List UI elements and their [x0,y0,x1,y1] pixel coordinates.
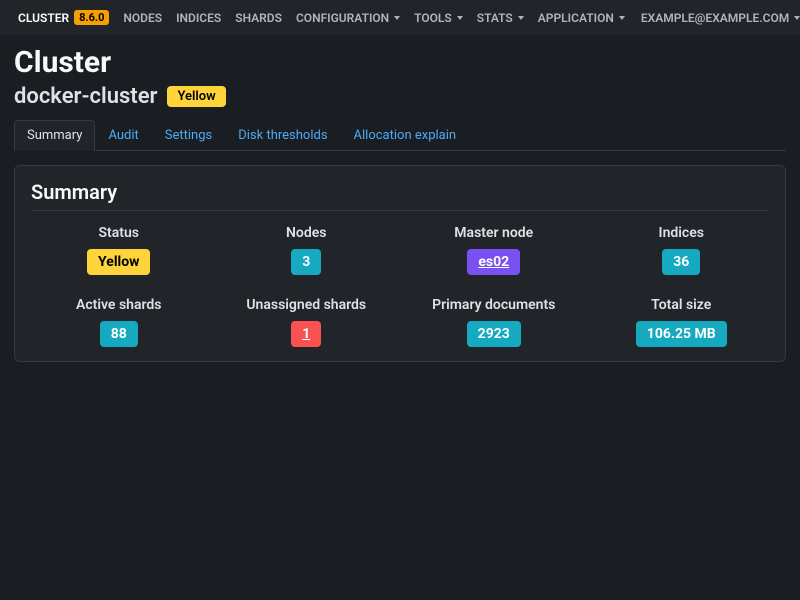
stat-value-badge[interactable]: 36 [662,249,700,275]
tab-bar: Summary Audit Settings Disk thresholds A… [14,119,786,151]
stat-value-badge[interactable]: 106.25 MB [636,321,727,347]
chevron-down-icon [794,16,800,20]
stat-label: Master node [406,225,582,241]
nav-stats[interactable]: STATS [471,7,530,29]
nav-cluster[interactable]: CLUSTER 8.6.0 [12,6,115,29]
stat-label: Primary documents [406,297,582,313]
stat-value-badge[interactable]: 2923 [467,321,521,347]
stat-total-size: Total size 106.25 MB [594,297,770,347]
chevron-down-icon [518,16,524,20]
stat-master-node: Master node es02 [406,225,582,275]
stat-value-badge[interactable]: 3 [291,249,321,275]
tab-audit[interactable]: Audit [95,120,151,151]
nav-tools[interactable]: TOOLS [408,7,469,29]
top-navbar: CLUSTER 8.6.0 NODES INDICES SHARDS CONFI… [0,0,800,35]
chevron-down-icon [457,16,463,20]
stat-label: Status [31,225,207,241]
divider [31,210,769,211]
stat-active-shards: Active shards 88 [31,297,207,347]
nav-configuration[interactable]: CONFIGURATION [290,7,406,29]
summary-card: Summary Status Yellow Nodes 3 Master nod… [14,165,786,362]
tab-allocation-explain[interactable]: Allocation explain [341,120,470,151]
stat-nodes: Nodes 3 [219,225,395,275]
nav-left: CLUSTER 8.6.0 NODES INDICES SHARDS CONFI… [12,6,631,29]
nav-cluster-label: CLUSTER [18,11,69,25]
status-badge: Yellow [167,86,225,107]
stat-value-badge: Yellow [87,249,150,275]
nav-shards[interactable]: SHARDS [229,7,288,29]
nav-application[interactable]: APPLICATION [532,7,631,29]
stat-label: Nodes [219,225,395,241]
stat-value-badge[interactable]: es02 [467,249,520,275]
summary-grid: Status Yellow Nodes 3 Master node es02 I… [31,225,769,347]
nav-nodes[interactable]: NODES [117,7,168,29]
nav-user[interactable]: EXAMPLE@EXAMPLE.COM [635,7,800,29]
main-container: Cluster docker-cluster Yellow Summary Au… [0,35,800,372]
stat-primary-documents: Primary documents 2923 [406,297,582,347]
tab-disk-thresholds[interactable]: Disk thresholds [225,120,340,151]
stat-label: Active shards [31,297,207,313]
stat-value-badge[interactable]: 88 [100,321,138,347]
stat-value-badge[interactable]: 1 [291,321,321,347]
stat-label: Total size [594,297,770,313]
tab-settings[interactable]: Settings [152,120,225,151]
stat-label: Unassigned shards [219,297,395,313]
stat-indices: Indices 36 [594,225,770,275]
nav-indices[interactable]: INDICES [170,7,227,29]
chevron-down-icon [619,16,625,20]
stat-label: Indices [594,225,770,241]
tab-summary[interactable]: Summary [14,120,95,151]
nav-right: EXAMPLE@EXAMPLE.COM ☾ [635,7,800,29]
summary-heading: Summary [31,180,769,204]
cluster-name-text: docker-cluster [14,84,157,109]
page-title: Cluster [14,45,786,80]
stat-unassigned-shards: Unassigned shards 1 [219,297,395,347]
cluster-heading: docker-cluster Yellow [14,84,786,109]
stat-status: Status Yellow [31,225,207,275]
chevron-down-icon [394,16,400,20]
version-badge: 8.6.0 [74,10,109,25]
